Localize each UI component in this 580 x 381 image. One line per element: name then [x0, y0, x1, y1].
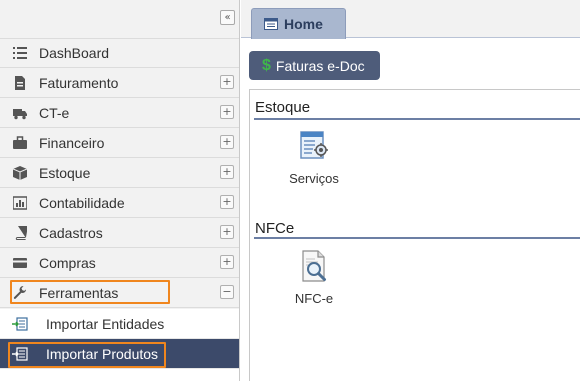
tab-home[interactable]: Home: [251, 8, 346, 39]
sidebar-item-label: Cadastros: [39, 224, 103, 241]
nfce-icon: [302, 250, 326, 282]
section-title-estoque: Estoque: [255, 99, 311, 116]
sidebar-item-contabilidade[interactable]: Contabilidade +: [0, 188, 239, 218]
sidebar-item-label: Estoque: [39, 164, 91, 181]
document-icon: [12, 75, 28, 91]
expand-button[interactable]: +: [220, 135, 234, 149]
sidebar: « DashBoard Faturamento + CT-e + Finance…: [0, 0, 240, 381]
submenu-item-label: Importar Produtos: [46, 345, 159, 362]
submenu-item-importar-entidades[interactable]: Importar Entidades: [0, 309, 239, 339]
sidebar-menu: DashBoard Faturamento + CT-e + Financeir…: [0, 38, 239, 308]
expand-button[interactable]: +: [220, 195, 234, 209]
list-icon: [12, 45, 28, 61]
sidebar-item-label: DashBoard: [39, 45, 110, 61]
sidebar-item-label: Faturamento: [39, 74, 119, 91]
faturas-button-label: Faturas e-Doc: [275, 57, 365, 74]
sidebar-item-label: Compras: [39, 254, 96, 271]
collapse-sidebar-button[interactable]: «: [220, 10, 235, 25]
launcher-servicos[interactable]: Serviços: [274, 130, 354, 186]
sidebar-item-estoque[interactable]: Estoque +: [0, 158, 239, 188]
section-divider: [254, 237, 580, 239]
bar-chart-icon: [12, 195, 28, 211]
submenu-item-importar-produtos[interactable]: Importar Produtos: [0, 339, 239, 369]
launcher-panel: Estoque Serviços NFCe NFC-e: [249, 89, 580, 381]
sidebar-item-label: Ferramentas: [39, 284, 119, 301]
submenu-item-partial[interactable]: [0, 369, 239, 381]
sidebar-item-compras[interactable]: Compras +: [0, 248, 239, 278]
app-frame: « DashBoard Faturamento + CT-e + Finance…: [0, 0, 580, 381]
expand-button[interactable]: +: [220, 255, 234, 269]
launcher-nfce[interactable]: NFC-e: [274, 250, 354, 306]
import-icon: [12, 316, 28, 332]
submenu-item-label: Importar Entidades: [46, 315, 165, 332]
faturas-edoc-button[interactable]: $ Faturas e-Doc: [249, 51, 380, 80]
sidebar-item-faturamento[interactable]: Faturamento +: [0, 68, 239, 98]
sidebar-item-financeiro[interactable]: Financeiro +: [0, 128, 239, 158]
expand-button[interactable]: +: [220, 105, 234, 119]
dollar-icon: $: [262, 56, 271, 74]
credit-card-icon: [12, 255, 28, 271]
expand-button[interactable]: +: [220, 225, 234, 239]
book-icon: [12, 225, 28, 241]
box-icon: [12, 165, 28, 181]
home-tab-icon: [264, 18, 278, 30]
truck-icon: [12, 105, 28, 121]
section-divider: [254, 118, 580, 120]
expand-button[interactable]: +: [220, 165, 234, 179]
sidebar-item-cte[interactable]: CT-e +: [0, 98, 239, 128]
sidebar-item-cadastros[interactable]: Cadastros +: [0, 218, 239, 248]
tab-label: Home: [284, 16, 323, 32]
sidebar-item-dashboard[interactable]: DashBoard: [0, 38, 239, 68]
launcher-label: NFC-e: [294, 291, 334, 306]
wrench-icon: [12, 285, 28, 301]
tab-strip: Home: [241, 0, 580, 39]
import-icon: [12, 346, 28, 362]
section-title-nfce: NFCe: [255, 220, 295, 237]
sidebar-item-label: CT-e: [39, 104, 70, 121]
launcher-label: Serviços: [289, 171, 339, 186]
services-icon: [300, 131, 328, 159]
sidebar-item-label: Financeiro: [39, 134, 105, 151]
sidebar-item-ferramentas[interactable]: Ferramentas −: [0, 278, 239, 308]
ferramentas-submenu: Importar Entidades Importar Produtos: [0, 309, 239, 381]
sidebar-item-label: Contabilidade: [39, 194, 125, 211]
expand-button[interactable]: +: [220, 75, 234, 89]
collapse-button[interactable]: −: [220, 285, 234, 299]
briefcase-icon: [12, 135, 28, 151]
